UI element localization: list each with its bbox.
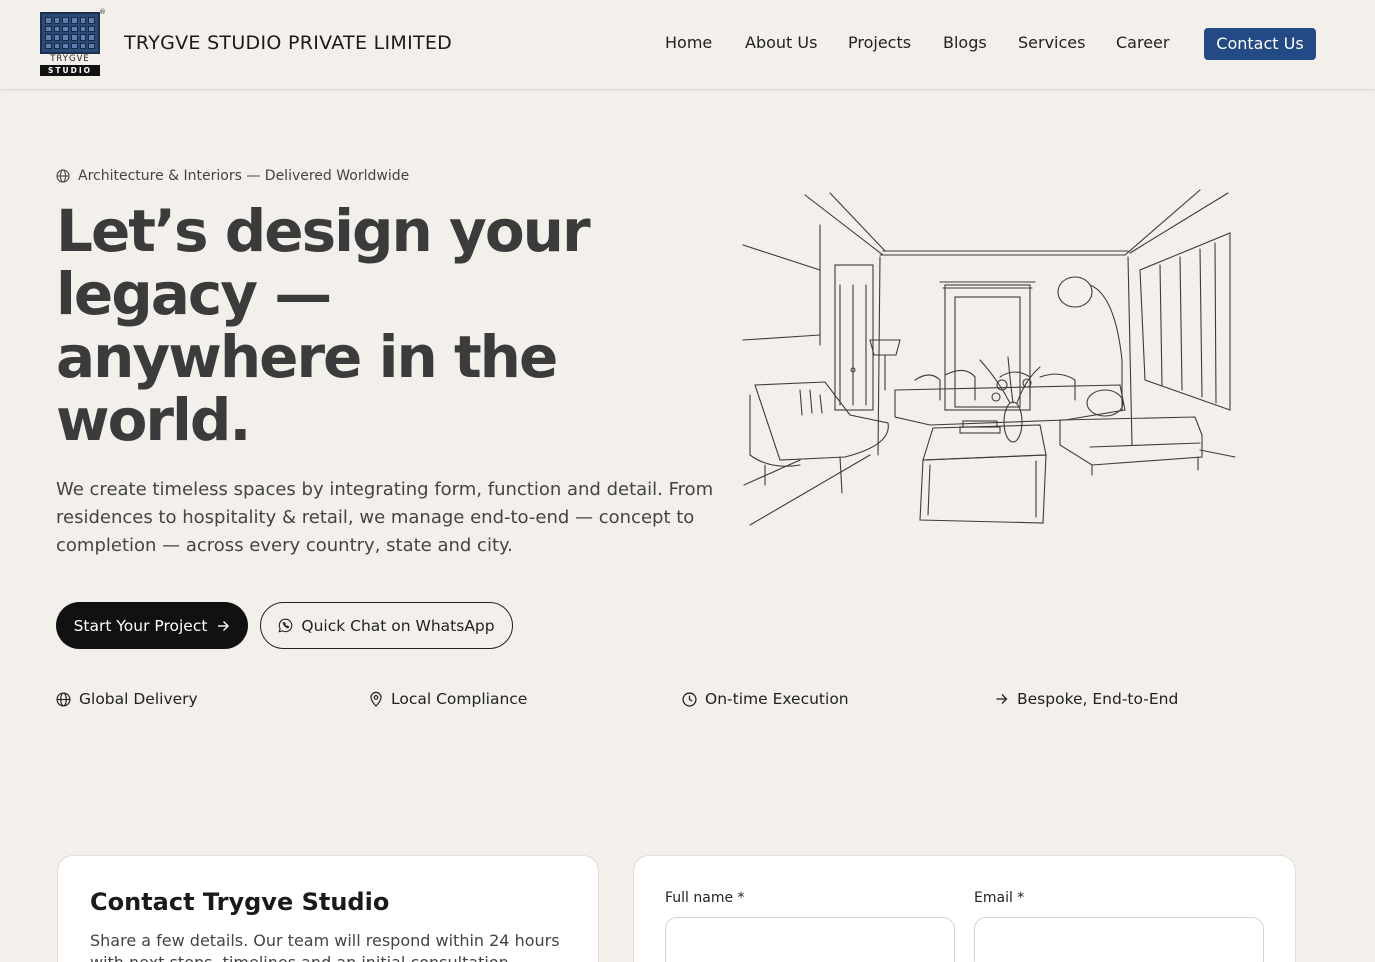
whatsapp-chat-label: Quick Chat on WhatsApp — [301, 616, 495, 635]
email-input[interactable] — [974, 917, 1264, 962]
contact-form-card: Full name * Email * — [633, 855, 1296, 962]
logo-grid-icon — [40, 12, 100, 54]
feature-bespoke: Bespoke, End-to-End — [995, 690, 1178, 708]
nav-career[interactable]: Career — [1116, 33, 1169, 52]
nav-about-us[interactable]: About Us — [745, 33, 817, 52]
hero-lead: We create timeless spaces by integrating… — [56, 479, 714, 556]
site-header: ® TRYGVE STUDIO TRYGVE STUDIO PRIVATE LI… — [0, 0, 1375, 90]
feature-local-compliance: Local Compliance — [369, 690, 527, 708]
full-name-input[interactable] — [665, 917, 955, 962]
nav-blogs[interactable]: Blogs — [943, 33, 987, 52]
hero-headline-line: Let’s design your — [56, 197, 591, 265]
hero-eyebrow-text: Architecture & Interiors — Delivered Wor… — [78, 168, 410, 184]
email-label: Email * — [974, 890, 1025, 906]
nav-services[interactable]: Services — [1018, 33, 1085, 52]
living-room-sketch-illustration — [742, 189, 1236, 526]
contact-info-card: Contact Trygve Studio Share a few detail… — [57, 855, 599, 962]
contact-title: Contact Trygve Studio — [90, 888, 390, 916]
globe-icon — [56, 691, 71, 707]
globe-icon — [56, 169, 70, 183]
logo-word-bottom: STUDIO — [40, 65, 100, 76]
feature-label: On-time Execution — [705, 690, 849, 708]
nav-projects[interactable]: Projects — [848, 33, 911, 52]
hero-headline-line: world. — [56, 386, 251, 454]
nav-home[interactable]: Home — [665, 33, 712, 52]
clock-icon — [682, 691, 697, 707]
feature-on-time-execution: On-time Execution — [682, 690, 849, 708]
feature-label: Global Delivery — [79, 690, 198, 708]
hero-headline-line: legacy — — [56, 260, 332, 328]
hero-headline-line: anywhere in the — [56, 323, 558, 391]
whatsapp-chat-button[interactable]: Quick Chat on WhatsApp — [260, 602, 513, 649]
start-project-button[interactable]: Start Your Project — [56, 602, 248, 649]
logo-word-top: TRYGVE — [50, 54, 90, 64]
contact-description: Share a few details. Our team will respo… — [90, 931, 560, 962]
full-name-label: Full name * — [665, 890, 745, 906]
company-name[interactable]: TRYGVE STUDIO PRIVATE LIMITED — [124, 32, 452, 54]
hero-eyebrow: Architecture & Interiors — Delivered Wor… — [56, 168, 409, 184]
feature-global-delivery: Global Delivery — [56, 690, 198, 708]
whatsapp-icon — [278, 618, 293, 633]
hero-headline: Let’s design your legacy — anywhere in t… — [56, 200, 676, 452]
company-logo[interactable]: ® TRYGVE STUDIO — [40, 8, 106, 76]
feature-label: Bespoke, End-to-End — [1017, 690, 1179, 708]
contact-us-button[interactable]: Contact Us — [1204, 28, 1316, 60]
arrow-right-icon — [218, 620, 230, 631]
start-project-label: Start Your Project — [73, 616, 208, 635]
arrow-right-icon — [996, 694, 1008, 704]
map-pin-icon — [370, 691, 382, 707]
logo-registered-mark: ® — [99, 8, 106, 16]
feature-label: Local Compliance — [391, 690, 528, 708]
